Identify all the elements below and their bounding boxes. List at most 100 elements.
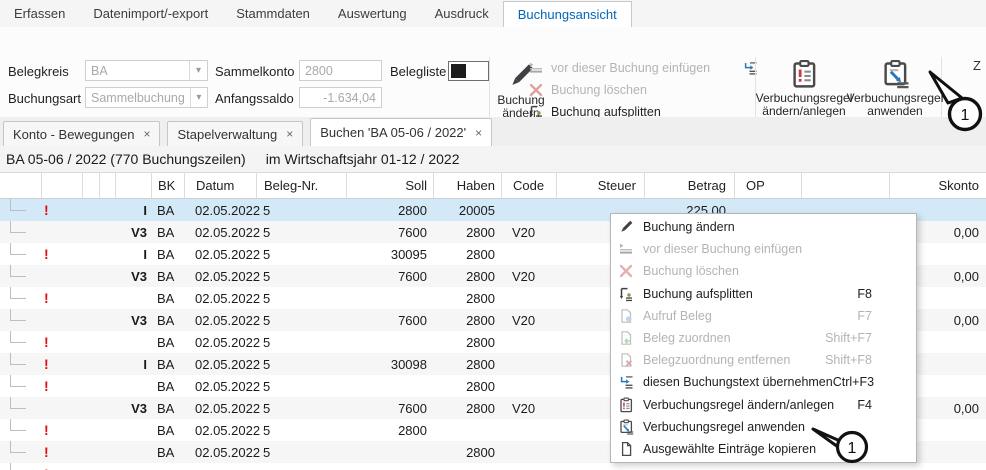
cell-haben: 2800 bbox=[433, 221, 501, 243]
menu-item-shortcut: Shift+F7 bbox=[825, 331, 872, 345]
menubar-tab-ausdruck[interactable]: Ausdruck bbox=[421, 0, 503, 27]
ribbon: Belegkreis Buchungsart Sammelkonto Anfan… bbox=[0, 27, 986, 118]
cell-sp1 bbox=[82, 397, 99, 419]
cell-warn: ! bbox=[41, 441, 82, 463]
open-document-icon bbox=[618, 308, 634, 324]
cell-sp1 bbox=[82, 331, 99, 353]
pencil-icon bbox=[618, 219, 634, 235]
menu-item-aufruf-beleg: Aufruf Beleg F7 bbox=[611, 305, 916, 327]
delete-x-icon bbox=[618, 263, 634, 279]
cell-code bbox=[501, 353, 556, 375]
cell-datum: 02.05.2022 bbox=[184, 309, 256, 331]
cell-tree bbox=[0, 441, 41, 463]
cell-code: V20 bbox=[501, 397, 556, 419]
cell-bk: BA bbox=[151, 199, 184, 221]
menu-item-shortcut: Shift+F8 bbox=[825, 353, 872, 367]
document-tab-buchen-ba-05-06-2022[interactable]: Buchen 'BA 05-06 / 2022'× bbox=[310, 118, 492, 146]
cell-haben: 2800 bbox=[433, 463, 501, 470]
fiscal-year-label: im Wirtschaftsjahr 01-12 / 2022 bbox=[266, 151, 460, 167]
cell-st bbox=[115, 375, 151, 397]
rule-edit-icon bbox=[789, 59, 819, 89]
rule-edit-icon bbox=[618, 397, 634, 413]
anfangssaldo-label: Anfangssaldo bbox=[215, 91, 294, 106]
cell-haben: 2800 bbox=[433, 287, 501, 309]
cell-sp2 bbox=[99, 463, 115, 470]
belegkreis-label: Belegkreis bbox=[8, 64, 69, 79]
anfangssaldo-input[interactable]: -1.634,04 bbox=[299, 87, 382, 108]
menubar-tab-stammdaten[interactable]: Stammdaten bbox=[222, 0, 324, 27]
copy-entries-icon bbox=[618, 441, 634, 457]
cell-beleg: 5 bbox=[256, 375, 346, 397]
column-header-code[interactable]: Code bbox=[501, 173, 556, 198]
column-header-datum[interactable]: Datum bbox=[184, 173, 256, 198]
sammelkonto-input[interactable]: 2800 bbox=[299, 60, 382, 81]
column-header-steuer[interactable]: Steuer bbox=[556, 173, 644, 198]
close-icon[interactable]: × bbox=[475, 126, 482, 140]
buchungsart-label: Buchungsart bbox=[8, 91, 81, 106]
cell-code bbox=[501, 287, 556, 309]
cell-sp1 bbox=[82, 375, 99, 397]
column-header-soll[interactable]: Soll bbox=[346, 173, 433, 198]
close-icon[interactable]: × bbox=[143, 127, 150, 141]
menubar-tab-erfassen[interactable]: Erfassen bbox=[0, 0, 79, 27]
buchungsart-dropdown[interactable]: Sammelbuchung ▾ bbox=[85, 87, 208, 108]
menu-item-verbuchungsregel-ändern-anlegen[interactable]: Verbuchungsregel ändern/anlegen F4 bbox=[611, 394, 916, 416]
menu-item-label: Beleg zuordnen bbox=[643, 331, 731, 345]
cell-beleg: 5 bbox=[256, 441, 346, 463]
cell-sp2 bbox=[99, 353, 115, 375]
cell-datum: 02.05.2022 bbox=[184, 353, 256, 375]
cell-st bbox=[115, 331, 151, 353]
cell-haben: 2800 bbox=[433, 265, 501, 287]
cell-sp2 bbox=[99, 221, 115, 243]
cell-tree bbox=[0, 221, 41, 243]
insert-line-icon bbox=[528, 60, 544, 76]
menu-item-diesen-buchungstext-übernehmen[interactable]: diesen Buchungstext übernehmen Ctrl+F3 bbox=[611, 371, 916, 393]
cell-warn: ! bbox=[41, 353, 82, 375]
column-header-skonto[interactable]: Skonto bbox=[889, 173, 986, 198]
column-header-empty bbox=[115, 173, 151, 198]
cell-warn: ! bbox=[41, 287, 82, 309]
booking-application-window: ErfassenDatenimport/-exportStammdatenAus… bbox=[0, 0, 986, 470]
booking-row[interactable]: !BA02.05.202252800 bbox=[0, 463, 986, 470]
menu-item-ausgewählte-einträge-kopieren[interactable]: Ausgewählte Einträge kopieren bbox=[611, 438, 916, 460]
cell-sp2 bbox=[99, 419, 115, 441]
menubar-tab-buchungsansicht[interactable]: Buchungsansicht bbox=[503, 1, 632, 27]
cell-code bbox=[501, 441, 556, 463]
column-header-op[interactable]: OP bbox=[734, 173, 801, 198]
document-tab-konto-bewegungen[interactable]: Konto - Bewegungen× bbox=[3, 121, 160, 146]
document-tab-stapelverwaltung[interactable]: Stapelverwaltung× bbox=[167, 121, 303, 146]
cell-sp1 bbox=[82, 309, 99, 331]
cell-code bbox=[501, 243, 556, 265]
belegliste-toggle[interactable] bbox=[448, 61, 489, 81]
cell-beleg: 5 bbox=[256, 419, 346, 441]
cell-code: V20 bbox=[501, 221, 556, 243]
menubar-tab-datenimport-export[interactable]: Datenimport/-export bbox=[79, 0, 222, 27]
cell-bk: BA bbox=[151, 309, 184, 331]
column-header-haben[interactable]: Haben bbox=[433, 173, 501, 198]
menu-item-label: Verbuchungsregel anwenden bbox=[643, 420, 805, 434]
belegliste-label: Belegliste bbox=[390, 64, 446, 79]
menu-item-buchung-aufsplitten[interactable]: Buchung aufsplitten F8 bbox=[611, 283, 916, 305]
split-icon bbox=[618, 286, 634, 302]
cell-code bbox=[501, 419, 556, 441]
sammelkonto-value: 2800 bbox=[300, 64, 381, 78]
cell-sp2 bbox=[99, 287, 115, 309]
cell-soll bbox=[346, 441, 433, 463]
belegkreis-dropdown[interactable]: BA ▾ bbox=[85, 60, 208, 81]
cell-warn bbox=[41, 397, 82, 419]
column-header-bk[interactable]: BK bbox=[151, 173, 184, 198]
column-header-belegnr[interactable]: Beleg-Nr. bbox=[256, 173, 346, 198]
column-header-betrag[interactable]: Betrag bbox=[644, 173, 734, 198]
menu-item-verbuchungsregel-anwenden[interactable]: Verbuchungsregel anwenden bbox=[611, 416, 916, 438]
cell-soll: 7600 bbox=[346, 397, 433, 419]
cell-sp3 bbox=[801, 463, 889, 470]
cell-sp1 bbox=[82, 463, 99, 470]
cell-soll bbox=[346, 287, 433, 309]
menu-item-buchung-ändern[interactable]: Buchung ändern bbox=[611, 216, 916, 238]
menu-item-label: diesen Buchungstext übernehmen bbox=[643, 375, 833, 389]
close-icon[interactable]: × bbox=[286, 127, 293, 141]
menubar-tab-auswertung[interactable]: Auswertung bbox=[324, 0, 421, 27]
cell-haben: 2800 bbox=[433, 243, 501, 265]
assign-document-icon bbox=[618, 330, 634, 346]
cell-code bbox=[501, 199, 556, 221]
